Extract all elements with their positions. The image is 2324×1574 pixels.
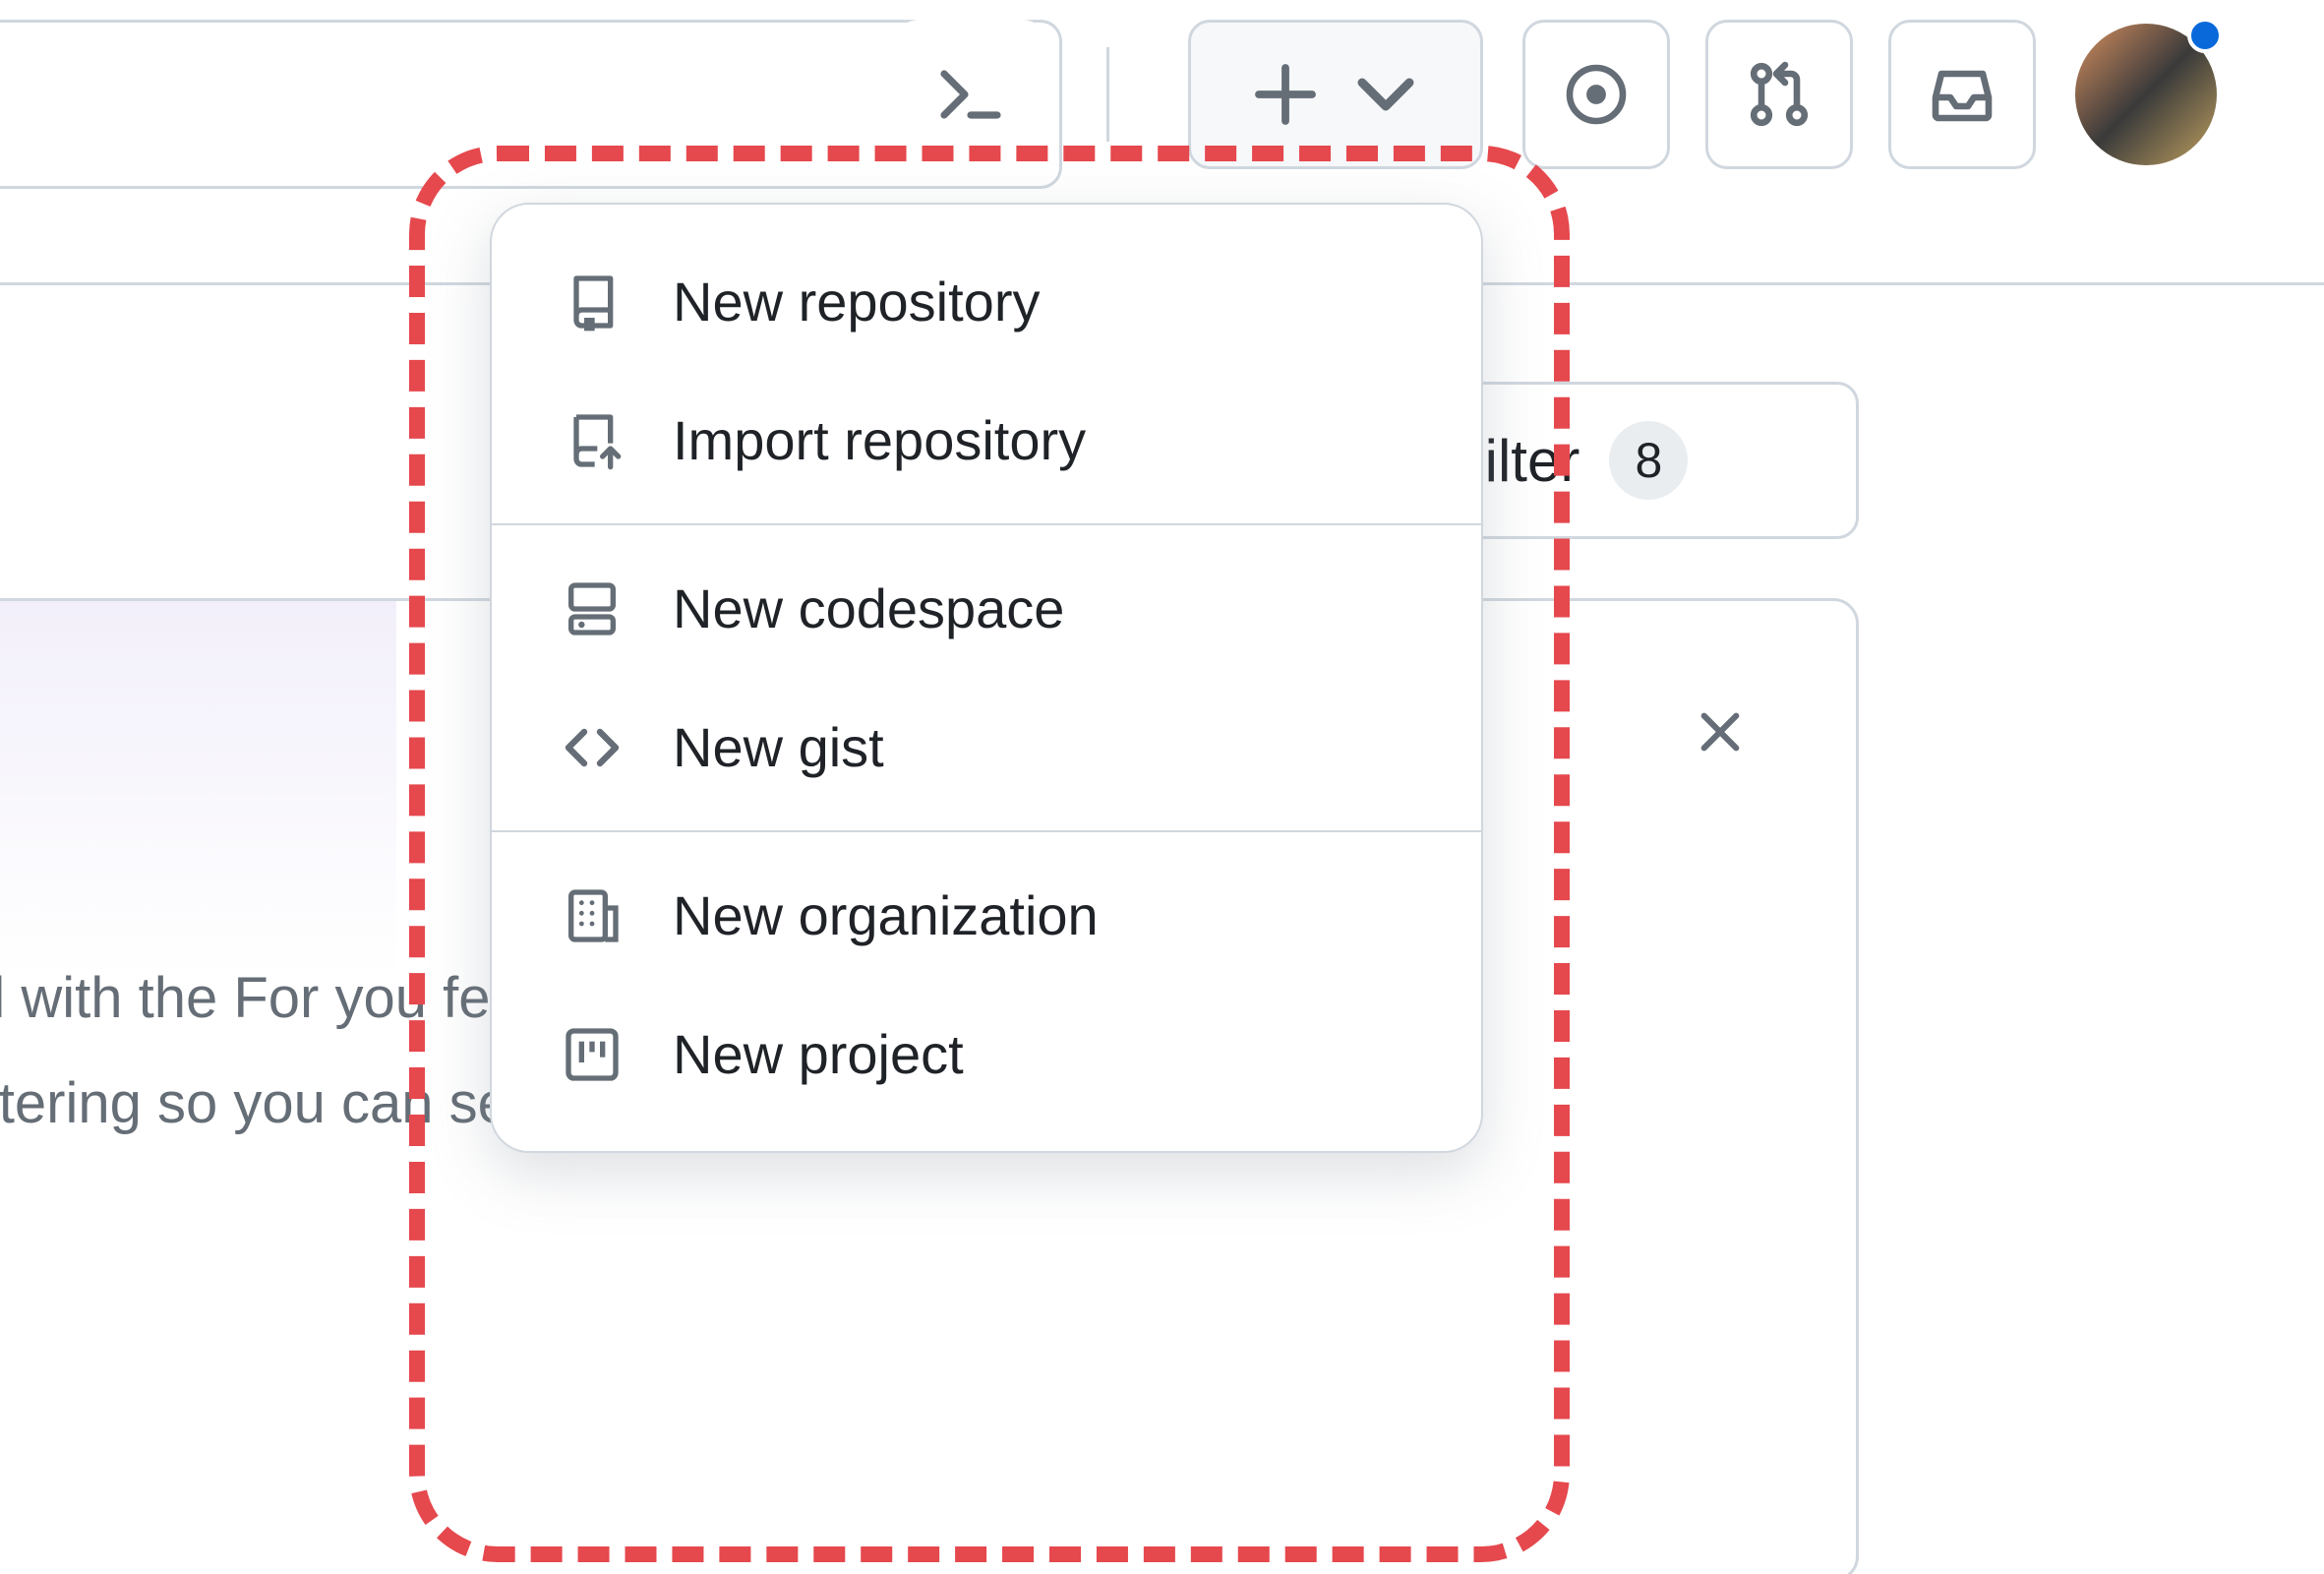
menu-item-label: New codespace [673, 576, 1064, 640]
code-icon [561, 716, 624, 779]
terminal-icon [935, 59, 1006, 130]
inbox-icon [1927, 59, 1997, 130]
repo-push-icon [561, 409, 624, 472]
git-pull-request-icon [1744, 59, 1815, 130]
menu-item-label: New repository [673, 270, 1040, 333]
codespaces-icon [561, 577, 624, 640]
command-palette-button[interactable] [897, 20, 1044, 169]
menu-item-new-organization[interactable]: New organization [492, 846, 1481, 985]
chevron-down-icon [1350, 59, 1421, 130]
menu-item-label: New organization [673, 883, 1099, 947]
card-close-button[interactable] [1693, 699, 1748, 774]
issues-button[interactable] [1522, 20, 1670, 169]
card-gradient [0, 601, 396, 975]
menu-item-label: New gist [673, 715, 884, 779]
create-new-button[interactable] [1188, 20, 1483, 169]
notifications-button[interactable] [1888, 20, 2036, 169]
menu-item-import-repository[interactable]: Import repository [492, 371, 1481, 510]
plus-icon [1250, 59, 1321, 130]
menu-separator [492, 830, 1481, 832]
menu-item-new-gist[interactable]: New gist [492, 678, 1481, 817]
menu-item-label: Import repository [673, 408, 1086, 472]
repo-icon [561, 271, 624, 333]
create-new-dropdown: New repository Import repository New cod… [490, 203, 1483, 1153]
menu-item-label: New project [673, 1022, 964, 1086]
menu-item-new-codespace[interactable]: New codespace [492, 539, 1481, 678]
menu-item-new-repository[interactable]: New repository [492, 232, 1481, 371]
project-icon [561, 1023, 624, 1086]
issue-opened-icon [1561, 59, 1632, 130]
menu-item-new-project[interactable]: New project [492, 985, 1481, 1123]
user-avatar[interactable] [2075, 24, 2217, 165]
header-divider [1106, 47, 1109, 142]
close-icon [1693, 704, 1748, 759]
filter-count-badge: 8 [1609, 421, 1688, 500]
organization-icon [561, 884, 624, 947]
pull-requests-button[interactable] [1705, 20, 1853, 169]
menu-separator [492, 523, 1481, 525]
notification-dot-icon [2187, 18, 2223, 53]
